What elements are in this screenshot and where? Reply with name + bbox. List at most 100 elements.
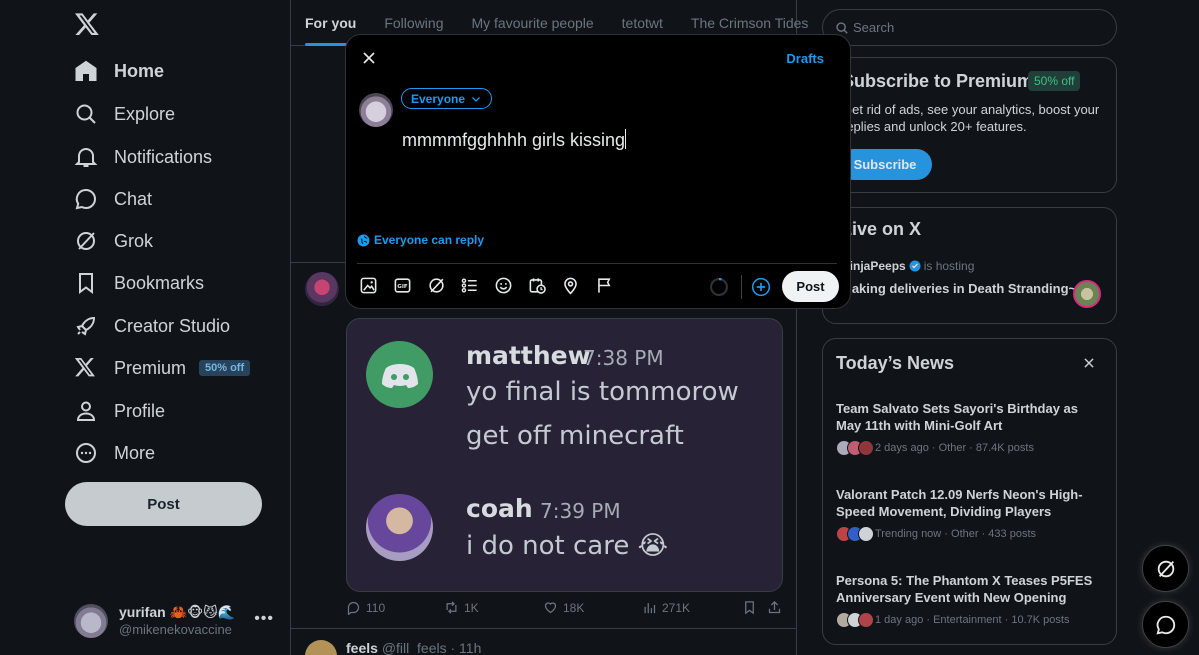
compose-textarea[interactable]: mmmmfgghhhh girls kissing [402,129,627,151]
close-icon[interactable] [359,48,379,68]
like-count: 18K [563,600,585,615]
nav-bookmarks[interactable]: Bookmarks [62,263,216,303]
media-icon[interactable] [359,276,378,295]
post-author-name: feels [346,640,378,655]
repost-icon [444,600,459,615]
nav-explore[interactable]: Explore [62,94,187,134]
nav-label: Explore [114,103,176,124]
account-switcher[interactable]: yurifan 🦀🐵😼🌊 @mikenekovaccine ••• [74,602,284,640]
emoji-icon[interactable] [494,276,513,295]
news-headline: Valorant Patch 12.09 Nerfs Neon's High-S… [836,487,1083,519]
news-item[interactable]: Team Salvato Sets Sayori's Birthday as M… [836,400,1106,456]
premium-discount-badge: 50% off [1028,71,1081,91]
avatar[interactable] [305,272,339,306]
left-sidebar: Home Explore Notifications Chat Grok Boo… [0,0,290,655]
grok-icon[interactable] [427,276,446,295]
character-count-icon [709,277,729,297]
live-card[interactable]: Live on X NinjaPeeps is hosting Making d… [822,207,1117,324]
post-button[interactable]: Post [65,482,262,526]
nav-home[interactable]: Home [62,51,176,91]
share-button[interactable] [767,600,787,615]
x-logo-icon[interactable] [74,11,100,39]
views-button[interactable]: 271K [642,600,690,615]
heart-icon [543,600,558,615]
message-author: matthew [466,341,591,370]
compose-dialog: Drafts Everyone mmmmfgghhhh girls kissin… [345,34,851,309]
gif-icon[interactable]: GIF [393,276,412,295]
flag-icon[interactable] [595,276,614,295]
premium-title: Subscribe to Premium [842,71,1034,91]
messages-floating-button[interactable] [1142,601,1189,648]
reply-setting[interactable]: Everyone can reply [357,233,484,247]
nav-label: Premium [114,357,187,378]
nav-notifications[interactable]: Notifications [62,137,224,177]
search-icon [835,21,849,35]
premium-discount-badge: 50% off [199,360,251,376]
search-icon [74,102,98,126]
chat-icon [1155,614,1177,636]
news-card: Today’s News Team Salvato Sets Sayori's … [822,338,1117,645]
globe-icon [357,234,370,247]
nav-label: Notifications [114,146,213,167]
home-icon [74,59,98,83]
schedule-icon[interactable] [528,276,547,295]
news-meta: 1 day ago · Entertainment · 10.7K posts [875,614,1070,626]
news-item[interactable]: Persona 5: The Phantom X Teases P5FES An… [836,572,1106,628]
chevron-down-icon [470,93,482,105]
audience-selector[interactable]: Everyone [401,88,493,109]
next-post[interactable]: feels @fill_feels · 11h [291,629,797,655]
post-submit-button[interactable]: Post [782,271,839,302]
subscribe-button[interactable]: Subscribe [838,149,932,180]
premium-description: Get rid of ads, see your analytics, boos… [842,102,1100,134]
news-meta: Trending now · Other · 433 posts [875,528,1037,540]
person-icon [74,399,98,423]
bell-icon [74,145,98,169]
nav-grok[interactable]: Grok [62,221,165,261]
news-headline: Persona 5: The Phantom X Teases P5FES An… [836,573,1093,605]
like-button[interactable]: 18K [543,600,584,615]
live-title: Live on X [841,219,922,239]
avatar[interactable] [1073,280,1101,308]
grok-icon [74,229,98,253]
drafts-link[interactable]: Drafts [786,51,824,66]
more-dots-icon[interactable]: ••• [254,610,274,628]
repost-count: 1K [464,600,479,615]
avatar[interactable] [359,93,393,127]
post-time: · 11h [450,640,482,655]
premium-card: Subscribe to Premium 50% off Get rid of … [822,57,1117,193]
add-post-icon[interactable] [751,277,771,297]
nav-chat[interactable]: Chat [62,179,164,219]
search-bar[interactable] [822,9,1117,46]
message-author: coah [466,494,533,523]
live-topic: Making deliveries in Death Stranding~! [841,281,1081,296]
repost-button[interactable]: 1K [444,600,479,615]
post-author-handle: @fill_feels [381,640,447,655]
news-meta: 2 days ago · Other · 87.4K posts [875,442,1034,454]
avatar-stack [836,526,874,542]
nav-premium[interactable]: Premium 50% off [62,348,262,388]
post-image[interactable]: matthew 7:38 PM yo final is tommorow get… [346,318,783,592]
close-icon[interactable] [1082,356,1096,370]
post-actions: 110 1K 18K 271K [346,600,786,620]
search-input[interactable] [853,20,1093,35]
nav-label: More [114,442,156,463]
bookmark-icon [742,600,757,615]
reply-count: 110 [366,600,386,615]
more-circle-icon [74,441,98,465]
grok-floating-button[interactable] [1142,545,1189,592]
avatar [74,604,108,638]
bar-chart-icon [642,600,657,615]
location-icon[interactable] [561,276,580,295]
nav-more[interactable]: More [62,433,167,473]
nav-creator-studio[interactable]: Creator Studio [62,306,242,346]
nav-profile[interactable]: Profile [62,391,177,431]
poll-icon[interactable] [460,276,479,295]
live-status: is hosting [923,259,975,273]
message-text: get off minecraft [466,421,684,451]
avatar [366,494,433,561]
share-icon [767,600,782,615]
grok-icon [1155,558,1177,580]
reply-button[interactable]: 110 [346,600,385,615]
news-item[interactable]: Valorant Patch 12.09 Nerfs Neon's High-S… [836,486,1106,542]
bookmark-button[interactable] [742,600,762,615]
